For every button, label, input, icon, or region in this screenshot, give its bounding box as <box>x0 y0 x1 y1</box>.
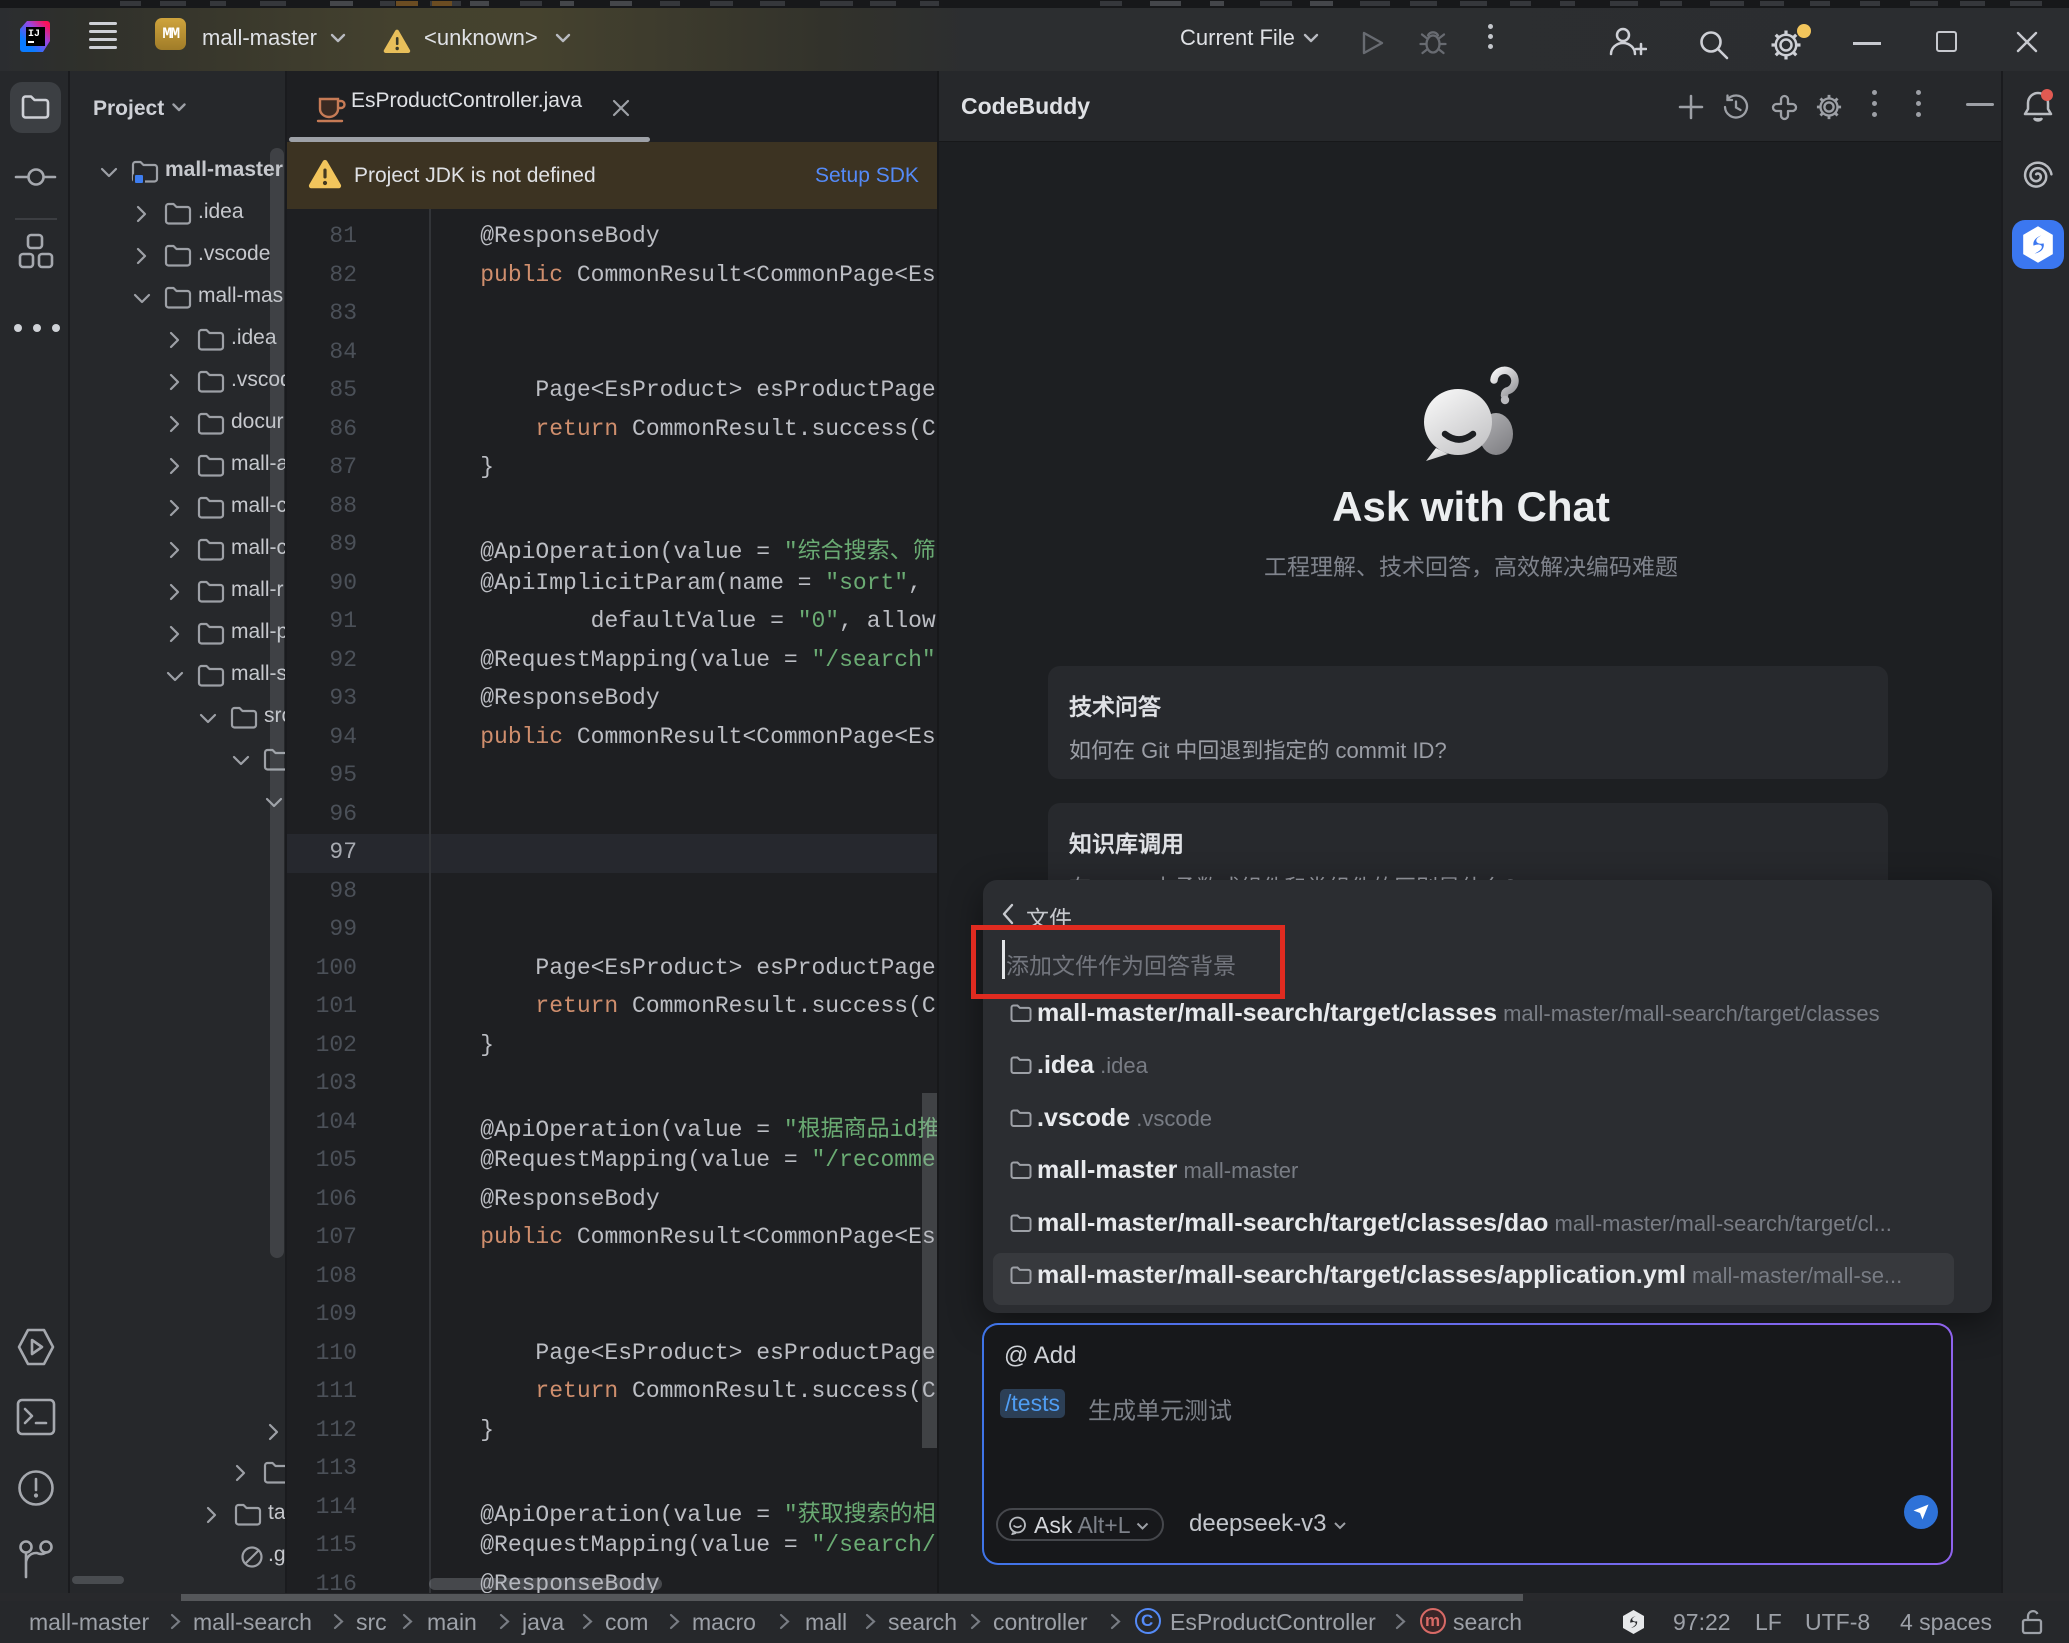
svg-text:IJ: IJ <box>28 29 40 40</box>
